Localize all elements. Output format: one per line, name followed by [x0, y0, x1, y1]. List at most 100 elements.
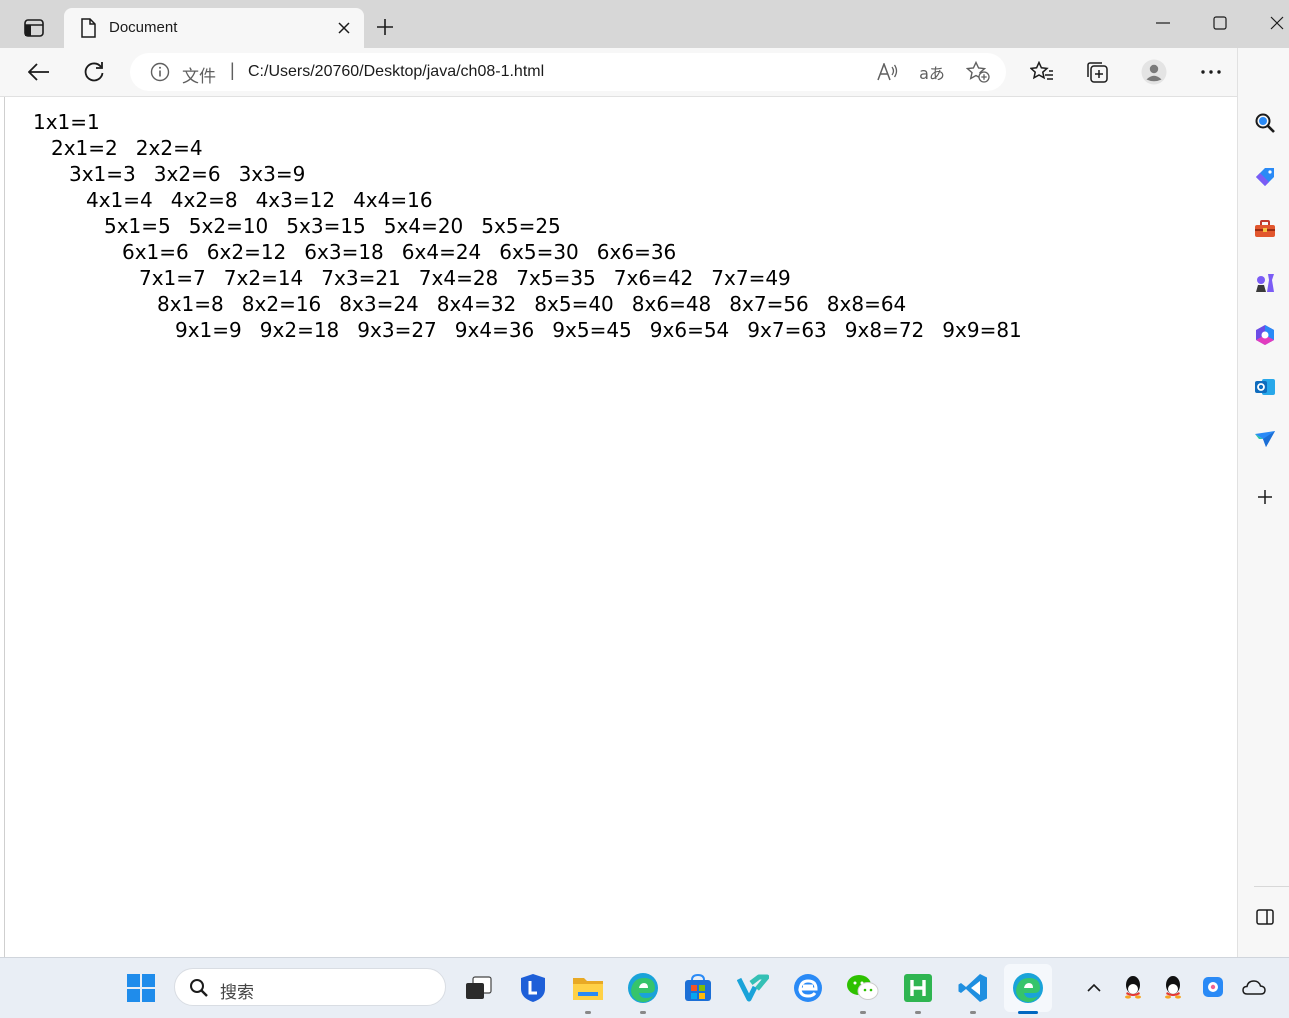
- table-cell: 6x4=24: [401, 240, 482, 264]
- hbuilder-icon[interactable]: [900, 970, 936, 1006]
- onedrive-icon[interactable]: [1241, 974, 1267, 1000]
- file-explorer-icon[interactable]: [570, 970, 606, 1006]
- tab-actions-icon[interactable]: [14, 12, 54, 44]
- favorites-button[interactable]: [1025, 56, 1059, 88]
- table-cell: 8x6=48: [631, 292, 712, 316]
- microsoft365-icon[interactable]: [1250, 320, 1280, 350]
- active-app-indicator: [1018, 1011, 1038, 1014]
- running-indicator: [585, 1011, 591, 1014]
- star-plus-icon[interactable]: [964, 59, 992, 85]
- table-cell: 6x6=36: [596, 240, 677, 264]
- table-cell: 9x8=72: [844, 318, 925, 342]
- close-icon[interactable]: [334, 18, 354, 38]
- table-cell: 7x2=14: [223, 266, 304, 290]
- back-button[interactable]: [22, 56, 56, 88]
- wechat-icon[interactable]: [845, 970, 881, 1006]
- table-cell: 7x4=28: [418, 266, 499, 290]
- table-cell: 1x1=1: [33, 110, 100, 134]
- vscode-icon[interactable]: [955, 970, 991, 1006]
- table-cell: 9x6=54: [649, 318, 730, 342]
- table-cell: 4x2=8: [170, 188, 238, 212]
- games-icon[interactable]: [1250, 268, 1280, 298]
- table-cell: 9x1=9: [175, 318, 242, 342]
- search-icon[interactable]: [1250, 108, 1280, 138]
- new-tab-button[interactable]: [370, 12, 400, 42]
- info-icon[interactable]: [150, 62, 170, 82]
- lenovo-app-icon[interactable]: [515, 970, 551, 1006]
- table-cell: 7x5=35: [516, 266, 596, 290]
- table-row-4: 4x1=4 4x2=8 4x3=12 4x4=16: [86, 188, 433, 212]
- table-cell: 5x5=25: [481, 214, 561, 238]
- qq-icon[interactable]: [1120, 974, 1146, 1000]
- edge-active-icon[interactable]: [1010, 970, 1046, 1006]
- microsoft-store-icon[interactable]: [680, 970, 716, 1006]
- minimize-button[interactable]: [1140, 8, 1186, 38]
- collections-button[interactable]: [1080, 56, 1114, 88]
- add-icon[interactable]: [1250, 482, 1280, 512]
- table-cell: 7x3=21: [321, 266, 401, 290]
- tag-icon[interactable]: [1250, 162, 1280, 192]
- table-cell: 6x5=30: [499, 240, 579, 264]
- start-button[interactable]: [123, 970, 159, 1006]
- table-cell: 9x3=27: [357, 318, 437, 342]
- task-view-icon[interactable]: [460, 970, 496, 1006]
- outlook-icon[interactable]: [1250, 372, 1280, 402]
- table-cell: 4x3=12: [255, 188, 336, 212]
- read-aloud-icon[interactable]: [874, 59, 902, 85]
- table-row-9: 9x1=9 9x2=18 9x3=27 9x4=36 9x5=45 9x6=54 9x7=6…: [175, 318, 1022, 342]
- document-icon: [80, 18, 98, 38]
- page-content: 1x1=1 2x1=2 2x2=4 3x1=3 3x2=6 3x3=9 4x1=4 4x…: [4, 97, 1237, 957]
- sidebar-divider: [1254, 886, 1289, 887]
- table-row-7: 7x1=7 7x2=14 7x3=21 7x4=28 7x5=35 7x6=42 7x7=4…: [139, 266, 791, 290]
- back-arrow-icon: [28, 63, 49, 81]
- table-cell: 7x6=42: [613, 266, 694, 290]
- maximize-icon: [1213, 16, 1227, 30]
- edge-icon[interactable]: [625, 970, 661, 1006]
- table-row-5: 5x1=5 5x2=10 5x3=15 5x4=20 5x5=25: [104, 214, 561, 238]
- translate-icon[interactable]: aあ: [918, 59, 946, 85]
- table-cell: 4x4=16: [353, 188, 433, 212]
- table-cell: 6x2=12: [206, 240, 287, 264]
- sidebar-toggle-icon[interactable]: [1250, 902, 1280, 932]
- url-text[interactable]: C:/Users/20760/Desktop/java/ch08-1.html: [248, 63, 544, 81]
- table-cell: 5x4=20: [383, 214, 464, 238]
- table-cell: 9x4=36: [454, 318, 535, 342]
- toolbox-icon[interactable]: [1250, 214, 1280, 244]
- minimize-icon: [1156, 22, 1170, 24]
- taskbar-search[interactable]: 搜索: [174, 968, 446, 1006]
- table-cell: 5x3=15: [286, 214, 366, 238]
- maximize-button[interactable]: [1197, 8, 1243, 38]
- table-cell: 9x9=81: [942, 318, 1022, 342]
- table-cell: 8x7=56: [729, 292, 809, 316]
- app-tray-icon[interactable]: [1200, 974, 1226, 1000]
- table-cell: 8x8=64: [826, 292, 907, 316]
- table-cell: 4x1=4: [86, 188, 153, 212]
- table-cell: 3x2=6: [153, 162, 221, 186]
- tab-document[interactable]: Document: [64, 8, 364, 48]
- profile-button[interactable]: [1137, 56, 1171, 88]
- table-row-1: 1x1=1: [33, 110, 100, 134]
- close-window-button[interactable]: [1254, 8, 1289, 38]
- address-bar[interactable]: 文件 | C:/Users/20760/Desktop/java/ch08-1.…: [130, 53, 1006, 91]
- search-icon: [189, 978, 209, 998]
- ie-style-browser-icon[interactable]: [790, 970, 826, 1006]
- more-button[interactable]: [1194, 56, 1228, 88]
- table-cell: 8x4=32: [436, 292, 517, 316]
- table-cell: 5x1=5: [104, 214, 171, 238]
- tab-title: Document: [109, 19, 178, 36]
- more-icon: [1201, 70, 1221, 74]
- qq-icon-2[interactable]: [1160, 974, 1186, 1000]
- refresh-button[interactable]: [77, 56, 111, 88]
- file-scheme-label: 文件: [182, 67, 216, 87]
- table-cell: 5x2=10: [188, 214, 269, 238]
- send-icon[interactable]: [1250, 424, 1280, 454]
- running-indicator: [860, 1011, 866, 1014]
- tab-strip: Document: [0, 0, 1289, 48]
- running-indicator: [915, 1011, 921, 1014]
- chevron-up-icon[interactable]: [1081, 974, 1107, 1000]
- table-cell: 3x1=3: [69, 162, 136, 186]
- table-cell: 9x2=18: [259, 318, 340, 342]
- table-row-2: 2x1=2 2x2=4: [51, 136, 203, 160]
- table-cell: 2x2=4: [135, 136, 203, 160]
- vmware-app-icon[interactable]: [735, 970, 771, 1006]
